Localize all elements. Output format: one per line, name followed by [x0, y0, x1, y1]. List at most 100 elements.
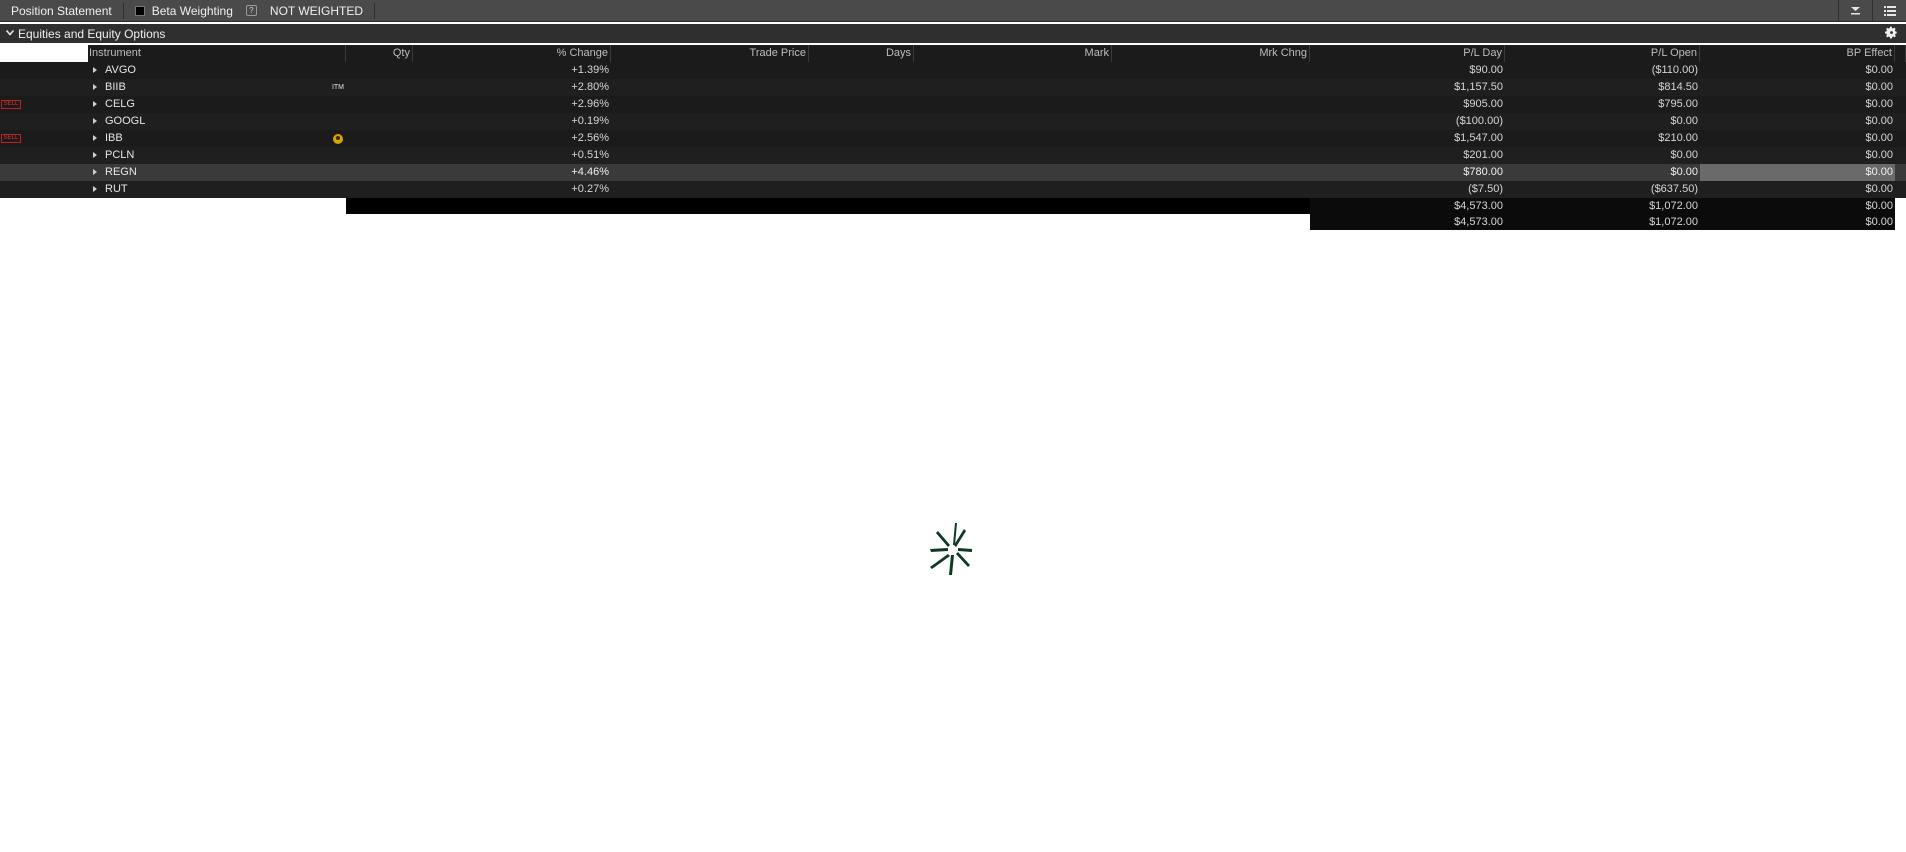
cell-days [809, 96, 914, 113]
cell-trade-price [611, 62, 809, 79]
instrument-symbol: IBB [105, 132, 123, 144]
expand-triangle-icon[interactable] [93, 67, 97, 74]
cell-bp-effect: $0.00 [1700, 113, 1895, 130]
column-header-bp-effect[interactable]: BP Effect [1700, 45, 1895, 62]
instrument-cell[interactable]: GOOGL [88, 113, 346, 130]
column-header-trade-price[interactable]: Trade Price [611, 45, 809, 62]
column-header-days[interactable]: Days [809, 45, 914, 62]
section-header[interactable]: Equities and Equity Options [0, 24, 1906, 43]
collapse-all-icon[interactable] [1838, 0, 1872, 22]
sell-flag: SELL [1, 134, 21, 143]
instrument-cell[interactable]: REGN [88, 164, 346, 181]
help-icon[interactable]: ? [245, 5, 257, 16]
beta-weighting-checkbox[interactable] [134, 5, 145, 16]
section-title: Equities and Equity Options [18, 26, 166, 41]
instrument-cell[interactable]: BIIB ITM [88, 79, 346, 96]
cell-pl-day: ($7.50) [1310, 181, 1505, 198]
cell-pl-open: $0.00 [1505, 147, 1700, 164]
column-header-mark[interactable]: Mark [914, 45, 1112, 62]
cell-days [809, 181, 914, 198]
cell-bp-effect: $0.00 [1700, 96, 1895, 113]
cell-mark [914, 79, 1112, 96]
instrument-cell[interactable]: PCLN [88, 147, 346, 164]
cell-pl-day: $905.00 [1310, 96, 1505, 113]
instrument-cell[interactable]: RUT [88, 181, 346, 198]
cell-qty [346, 130, 413, 147]
cell-trade-price [611, 79, 809, 96]
instrument-cell[interactable]: AVGO [88, 62, 346, 79]
cell-pl-open: $0.00 [1505, 113, 1700, 130]
expand-triangle-icon[interactable] [93, 84, 97, 91]
cell-days [809, 79, 914, 96]
expand-triangle-icon[interactable] [93, 135, 97, 142]
total-bp-effect: $0.00 [1700, 214, 1895, 230]
cell-trade-price [611, 96, 809, 113]
cell-pl-open: $210.00 [1505, 130, 1700, 147]
weighting-select[interactable]: NOT WEIGHTED [270, 4, 363, 18]
row-flag-cell [0, 147, 88, 164]
row-end [1895, 164, 1906, 181]
cell-pl-day: $780.00 [1310, 164, 1505, 181]
cell-pl-open: $0.00 [1505, 164, 1700, 181]
cell-mark [914, 62, 1112, 79]
instrument-symbol: GOOGL [105, 115, 146, 127]
table-header: Instrument Qty % Change Trade Price Days… [0, 45, 1906, 62]
cell-pl-day: $90.00 [1310, 62, 1505, 79]
row-end [1895, 113, 1906, 130]
table-row[interactable]: GOOGL +0.19% ($100.00) $0.00 $0.00 [0, 113, 1906, 130]
itm-tag: ITM [331, 84, 344, 91]
column-header-instrument[interactable]: Instrument [88, 45, 346, 62]
instrument-symbol: AVGO [105, 64, 136, 76]
totals-row: $4,573.00 $1,072.00 $0.00 [0, 198, 1906, 214]
cell-days [809, 164, 914, 181]
cell-trade-price [611, 164, 809, 181]
table-row[interactable]: SELL CELG +2.96% $905.00 $795.00 $0.00 [0, 96, 1906, 113]
row-end [1895, 79, 1906, 96]
table-row[interactable]: REGN +4.46% $780.00 $0.00 $0.00 [0, 164, 1906, 181]
cell-bp-effect: $0.00 [1700, 62, 1895, 79]
instrument-symbol: PCLN [105, 149, 135, 161]
row-flag-cell: SELL [0, 130, 88, 147]
cell-mrk-chng [1112, 181, 1310, 198]
instrument-cell[interactable]: IBB [88, 130, 346, 147]
cell-trade-price [611, 130, 809, 147]
expand-triangle-icon[interactable] [93, 169, 97, 176]
spinner-icon [930, 523, 974, 575]
column-header-pl-open[interactable]: P/L Open [1505, 45, 1700, 62]
list-menu-icon[interactable] [1872, 0, 1906, 22]
expand-triangle-icon[interactable] [93, 101, 97, 108]
instrument-cell[interactable]: CELG [88, 96, 346, 113]
cell-pct-change: +0.19% [413, 113, 611, 130]
table-row[interactable]: RUT +0.27% ($7.50) ($637.50) $0.00 [0, 181, 1906, 198]
expand-triangle-icon[interactable] [93, 186, 97, 193]
chevron-down-icon[interactable] [5, 28, 16, 39]
alert-badge-icon[interactable] [333, 134, 343, 144]
table-row[interactable]: AVGO +1.39% $90.00 ($110.00) $0.00 [0, 62, 1906, 79]
expand-triangle-icon[interactable] [93, 152, 97, 159]
gear-icon[interactable] [1885, 26, 1898, 42]
table-row[interactable]: BIIB ITM +2.80% $1,157.50 $814.50 $0.00 [0, 79, 1906, 96]
cell-pct-change: +2.96% [413, 96, 611, 113]
cell-pl-open: ($637.50) [1505, 181, 1700, 198]
instrument-symbol: BIIB [105, 81, 126, 93]
cell-mrk-chng [1112, 79, 1310, 96]
row-flag-cell [0, 164, 88, 181]
cell-bp-effect: $0.00 [1700, 79, 1895, 96]
cell-qty [346, 62, 413, 79]
cell-mrk-chng [1112, 164, 1310, 181]
table-row[interactable]: PCLN +0.51% $201.00 $0.00 $0.00 [0, 147, 1906, 164]
column-header-pl-day[interactable]: P/L Day [1310, 45, 1505, 62]
table-row[interactable]: SELL IBB +2.56% $1,547.00 $210.00 $0.00 [0, 130, 1906, 147]
cell-bp-effect: $0.00 [1700, 130, 1895, 147]
cell-mrk-chng [1112, 62, 1310, 79]
column-header-qty[interactable]: Qty [346, 45, 413, 62]
row-end [1895, 96, 1906, 113]
column-header-mrk-chng[interactable]: Mrk Chng [1112, 45, 1310, 62]
cell-days [809, 130, 914, 147]
row-flag-cell [0, 113, 88, 130]
instrument-symbol: CELG [105, 98, 135, 110]
total-pl-day: $4,573.00 [1310, 198, 1505, 214]
expand-triangle-icon[interactable] [93, 118, 97, 125]
column-header-pct-change[interactable]: % Change [413, 45, 611, 62]
cell-bp-effect: $0.00 [1700, 147, 1895, 164]
